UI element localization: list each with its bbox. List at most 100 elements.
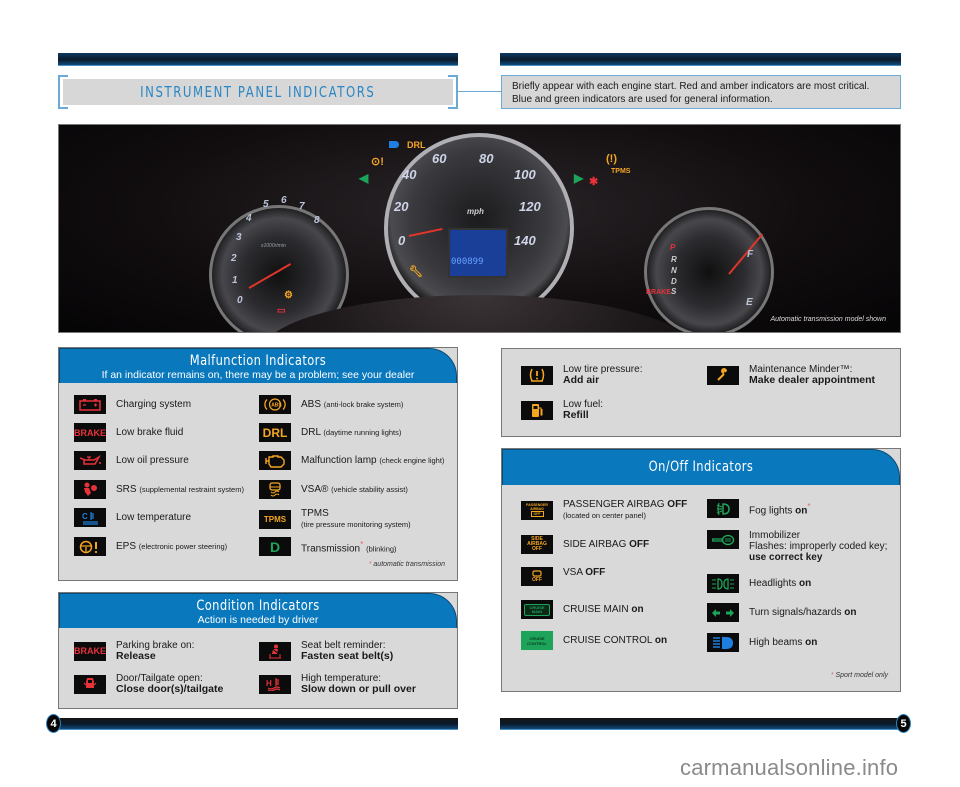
- indicator-name: VSA: [563, 567, 583, 578]
- vsa-icon: [259, 480, 291, 499]
- speed-tick: 0: [398, 233, 406, 248]
- tach-tick: 2: [231, 253, 237, 264]
- indicator-action: Add air: [563, 374, 600, 386]
- icon-text: OFF: [532, 577, 542, 583]
- indicator-detail: (electronic power steering): [138, 542, 228, 551]
- cluster-engine-icon: ⚙: [284, 290, 293, 301]
- speed-tick: 80: [479, 151, 494, 166]
- footnote-text: Sport model only: [835, 672, 888, 679]
- indicator-headlights: Headlights on: [707, 574, 811, 593]
- fuel-empty-label: E: [746, 297, 753, 308]
- indicator-detail: (daytime running lights): [323, 428, 402, 437]
- malfunction-subtitle: If an indicator remains on, there may be…: [101, 369, 415, 381]
- abs-icon: ABS: [259, 395, 291, 414]
- tach-tick: 7: [299, 201, 305, 212]
- intro-line-2: Blue and green indicators are used for g…: [512, 94, 773, 105]
- svg-text:C: C: [82, 512, 88, 521]
- bottom-decorative-bar-right: [500, 718, 901, 730]
- drl-icon: DRL: [259, 423, 291, 442]
- indicator-name: ABS: [301, 399, 322, 410]
- cluster-high-beam-icon: [389, 141, 399, 148]
- page-title: INSTRUMENT PANEL INDICATORS: [140, 83, 376, 101]
- indicator-label: Low fuel: Refill: [563, 399, 603, 421]
- indicator-name: Malfunction lamp: [301, 455, 377, 466]
- speed-unit-label: mph: [467, 207, 484, 216]
- oil-can-icon: [74, 451, 106, 470]
- indicator-state: on: [631, 604, 644, 615]
- onoff-footnote: * Sport model only: [831, 672, 888, 679]
- indicator-label: Fog lights on*: [749, 501, 811, 516]
- cluster-battery-icon: ▭: [277, 305, 286, 315]
- wrench-icon: [707, 365, 739, 385]
- malfunction-indicators-panel: Malfunction Indicators If an indicator r…: [58, 347, 458, 581]
- speed-tick: 40: [402, 167, 417, 182]
- transmission-d-icon: D: [259, 537, 291, 556]
- indicator-label: Seat belt reminder: Fasten seat belt(s): [301, 640, 393, 662]
- indicator-side-airbag-off: SIDE AIRBAG OFF SIDE AIRBAG OFF: [521, 535, 649, 554]
- headlights-icon: [707, 574, 739, 593]
- vsa-off-icon: OFF: [521, 567, 553, 586]
- indicator-name: TPMS: [301, 508, 329, 519]
- indicator-label: VSA OFF: [563, 567, 605, 578]
- indicator-vsa: VSA® (vehicle stability assist): [259, 480, 408, 499]
- indicator-high-beams: High beams on: [707, 633, 817, 652]
- indicator-detail: (check engine light): [379, 456, 445, 465]
- indicator-label: CRUISE CONTROL on: [563, 635, 667, 646]
- side-airbag-off-icon: SIDE AIRBAG OFF: [521, 535, 553, 554]
- indicator-name: High beams: [749, 637, 803, 648]
- cluster-right-turn-icon: ▶: [574, 171, 584, 185]
- indicator-name: SIDE AIRBAG: [563, 539, 627, 550]
- indicator-name: Headlights: [749, 578, 797, 589]
- onoff-indicators-panel: On/Off Indicators PASSENGER AIRBAG OFF P…: [501, 448, 901, 692]
- cluster-brake-indicator: BRAKE: [646, 289, 671, 296]
- malfunction-header: Malfunction Indicators If an indicator r…: [59, 348, 457, 383]
- indicator-label: Transmission* (blinking): [301, 539, 397, 554]
- indicator-label: PASSENGER AIRBAG OFF (located on center p…: [563, 499, 687, 521]
- indicator-label: Low tire pressure: Add air: [563, 364, 642, 386]
- asterisk: *: [360, 538, 364, 549]
- asterisk: *: [807, 500, 811, 511]
- indicator-low-brake-fluid: BRAKE Low brake fluid: [74, 423, 183, 442]
- photo-caption: Automatic transmission model shown: [770, 316, 886, 323]
- indicator-low-fuel: Low fuel: Refill: [521, 399, 603, 421]
- indicator-transmission: D Transmission* (blinking): [259, 537, 397, 556]
- indicator-cruise-control: CRUISE CONTROL CRUISE CONTROL on: [521, 631, 667, 650]
- cluster-eps-icon: ⊙!: [371, 156, 384, 168]
- condition-indicators-panel: Condition Indicators Action is needed by…: [58, 592, 458, 709]
- speed-tick: 120: [519, 199, 541, 214]
- indicator-label: TPMS (tire pressure monitoring system): [301, 508, 411, 530]
- cruise-control-icon: CRUISE CONTROL: [521, 631, 553, 650]
- icon-text: OFF: [530, 511, 544, 517]
- indicator-label: Malfunction lamp (check engine light): [301, 455, 444, 466]
- indicator-action: Fasten seat belt(s): [301, 650, 394, 662]
- indicator-label: Charging system: [116, 399, 192, 410]
- speed-tick: 20: [394, 199, 409, 214]
- title-connector-line: [458, 91, 501, 92]
- indicator-label: High beams on: [749, 637, 817, 648]
- onoff-header: On/Off Indicators: [502, 449, 900, 485]
- indicator-seat-belt: Seat belt reminder: Fasten seat belt(s): [259, 640, 393, 662]
- indicator-label: Headlights on: [749, 578, 811, 589]
- tach-tick: 0: [237, 295, 243, 306]
- top-decorative-bar-right: [500, 53, 901, 66]
- speed-tick: 140: [514, 233, 536, 248]
- gear-label-s: S: [671, 287, 677, 296]
- condition-subtitle: Action is needed by driver: [197, 614, 319, 626]
- indicator-vsa-off: OFF VSA OFF: [521, 567, 605, 586]
- asterisk: *: [368, 561, 372, 568]
- section-title: INSTRUMENT PANEL INDICATORS: [58, 75, 458, 109]
- top-decorative-bar-left: [58, 53, 458, 66]
- indicator-label: Parking brake on: Release: [116, 640, 194, 662]
- indicator-srs: SRS (supplemental restraint system): [74, 480, 244, 499]
- indicator-label: Maintenance Minder™: Make dealer appointm…: [749, 364, 875, 386]
- low-temperature-icon: C: [74, 508, 106, 527]
- indicator-detail: (tire pressure monitoring system): [301, 520, 411, 529]
- indicator-fog-lights: Fog lights on*: [707, 499, 811, 518]
- indicator-charging-system: Charging system: [74, 395, 191, 414]
- tach-tick: 1: [232, 275, 238, 286]
- indicator-state: on: [795, 505, 808, 517]
- condition-header: Condition Indicators Action is needed by…: [59, 593, 457, 628]
- watermark: carmanualsonline.info: [680, 755, 899, 780]
- indicator-action: Refill: [563, 409, 589, 421]
- indicator-turn-signals: Turn signals/hazards on: [707, 603, 856, 622]
